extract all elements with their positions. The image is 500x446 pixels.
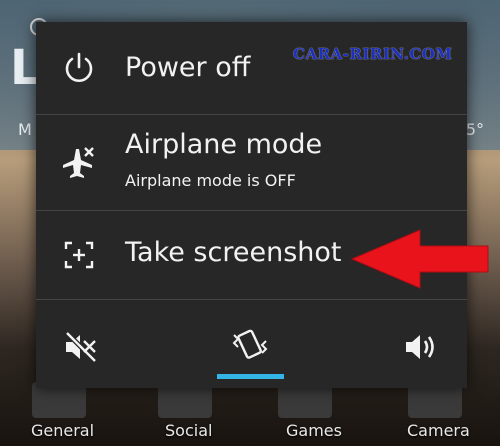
vibrate-icon[interactable] [231, 325, 269, 363]
red-arrow-annotation [350, 229, 489, 289]
watermark-text: CARA-RIRIN.COM [293, 45, 453, 63]
dock-label-camera[interactable]: Camera [407, 421, 470, 440]
airplane-mode-option[interactable]: Airplane mode Airplane mode is OFF [36, 115, 467, 210]
selected-mode-indicator [217, 374, 284, 379]
airplane-mode-status: Airplane mode is OFF [125, 171, 296, 190]
widget-left-text: M [18, 120, 32, 139]
airplane-icon [63, 147, 94, 178]
silent-icon[interactable] [62, 328, 100, 366]
sound-on-icon[interactable] [402, 328, 440, 366]
dock-label-general[interactable]: General [31, 421, 94, 440]
power-icon [65, 52, 93, 82]
screenshot-icon [64, 241, 94, 269]
airplane-mode-label: Airplane mode [125, 129, 323, 160]
power-off-label: Power off [125, 52, 251, 83]
widget-right-text: 5° [465, 120, 484, 139]
dock-label-games[interactable]: Games [286, 421, 342, 440]
dock-label-social[interactable]: Social [165, 421, 212, 440]
divider [36, 299, 467, 300]
take-screenshot-label: Take screenshot [125, 237, 342, 268]
power-menu-dialog: Power off Airplane mode Airplane mode is… [36, 22, 467, 388]
power-off-option[interactable]: Power off [36, 22, 467, 114]
home-dock: General Social Games Camera [0, 382, 500, 446]
